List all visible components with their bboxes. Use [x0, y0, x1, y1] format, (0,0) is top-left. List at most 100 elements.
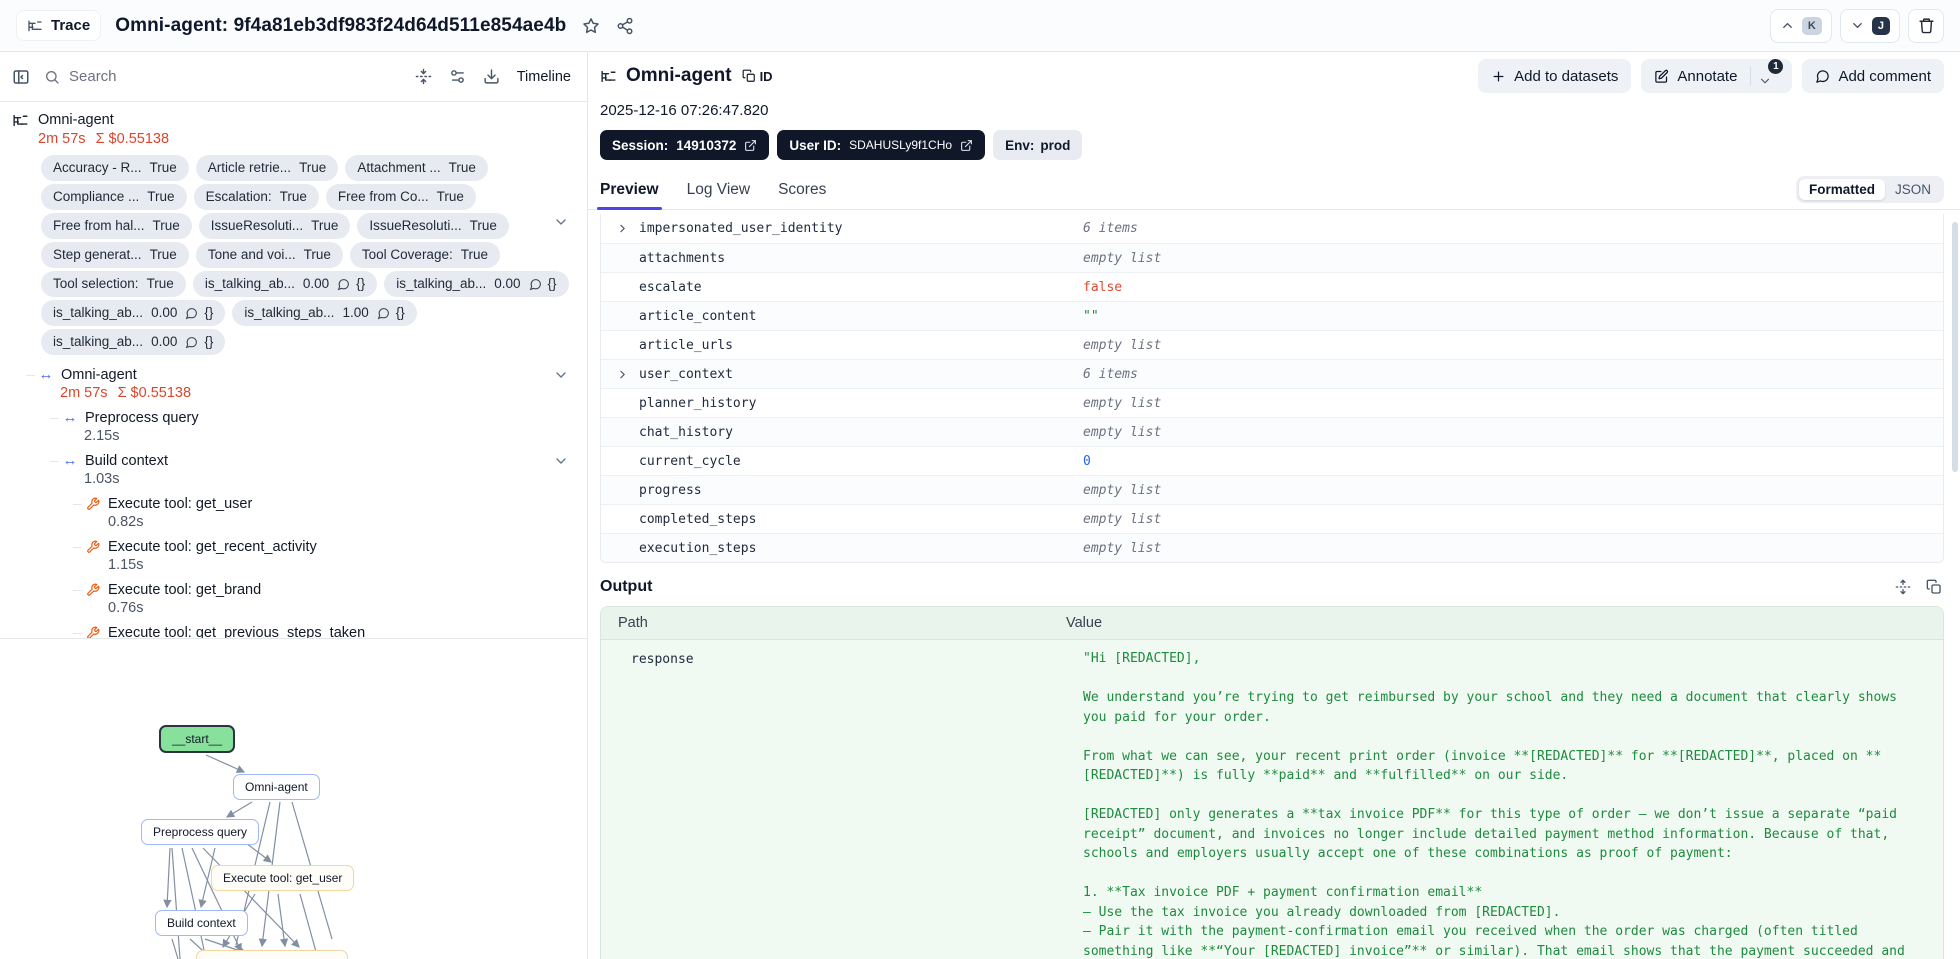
score-badge[interactable]: Compliance ... True [41, 184, 187, 210]
annotate-button[interactable]: Annotate [1641, 59, 1750, 93]
input-key: execution_steps [639, 540, 757, 556]
comment-icon [185, 336, 198, 349]
add-to-datasets-button[interactable]: Add to datasets [1478, 59, 1632, 93]
trace-timestamp: 2025-12-16 07:26:47.820 [600, 102, 769, 119]
score-badge[interactable]: is_talking_ab... 1.00{} [232, 300, 417, 326]
score-badge[interactable]: is_talking_ab... 0.00{} [41, 329, 226, 355]
score-badge[interactable]: IssueResoluti... True [357, 213, 509, 239]
trash-icon [1918, 17, 1935, 34]
score-badge[interactable]: is_talking_ab... 0.00{} [192, 271, 378, 297]
input-table-row[interactable]: user_context 6 items [601, 359, 1943, 388]
input-table-row: planner_history empty list [601, 388, 1943, 417]
graph-node-pre[interactable]: Preprocess query [141, 819, 260, 845]
trace-span-row[interactable]: Execute tool: get_recent_activity 1.15s [12, 537, 587, 575]
fold-vertical-icon[interactable] [415, 68, 432, 85]
score-badge[interactable]: Accuracy - R... True [41, 155, 189, 181]
copy-id-button[interactable]: ID [742, 69, 773, 84]
tab-log-view[interactable]: Log View [687, 170, 750, 209]
comment-icon [1815, 69, 1830, 84]
trace-span-row[interactable]: Execute tool: get_previous_steps_taken1.… [12, 623, 587, 638]
score-badge[interactable]: Free from hal... True [41, 213, 192, 239]
timeline-toggle[interactable]: Timeline [517, 69, 571, 85]
tab-scores[interactable]: Scores [778, 170, 826, 209]
delete-trace-button[interactable] [1908, 8, 1944, 43]
output-value: "Hi [REDACTED], We understand you’re try… [1083, 651, 1905, 959]
input-value: empty list [1083, 337, 1162, 353]
score-badge[interactable]: Step generat... True [41, 242, 189, 268]
span-list: ↔ Omni-agent 2m 57s Σ $0.55138 ↔ Preprocess q… [12, 365, 587, 638]
annotation-count-badge: 1 [1768, 58, 1784, 74]
input-value: empty list [1083, 482, 1162, 498]
trace-title: Omni-agent: 9f4a81eb3df983f24d64d511e854… [115, 14, 567, 36]
preview-pane: impersonated_user_identity 6 items attachm… [588, 210, 1960, 959]
input-table-row[interactable]: impersonated_user_identity 6 items [601, 214, 1943, 243]
tab-preview[interactable]: Preview [597, 170, 662, 210]
search-input[interactable]: Search [44, 68, 117, 85]
input-key: escalate [639, 279, 702, 295]
wrench-icon [85, 540, 101, 554]
add-comment-button[interactable]: Add comment [1802, 59, 1944, 93]
agent-graph[interactable]: __start__ Omni-agent Preprocess query Execu… [0, 639, 587, 959]
trace-span-row[interactable]: Execute tool: get_brand 0.76s [12, 580, 587, 618]
annotate-dropdown-button[interactable]: 1 [1751, 58, 1792, 88]
input-value: 6 items [1083, 221, 1138, 236]
list-tree-icon [12, 112, 29, 129]
share-icon[interactable] [616, 17, 634, 35]
score-badge[interactable]: Escalation: True [193, 184, 319, 210]
input-value: 6 items [1083, 366, 1138, 382]
input-key: article_content [639, 308, 757, 324]
graph-node-partial[interactable] [196, 950, 348, 959]
top-bar: Trace Omni-agent: 9f4a81eb3df983f24d64d5… [0, 0, 1960, 52]
score-badge[interactable]: Article retrie... True [195, 155, 339, 181]
search-placeholder: Search [69, 68, 117, 85]
graph-node-start[interactable]: __start__ [159, 725, 236, 753]
list-tree-icon [600, 68, 617, 85]
trace-label: Trace [51, 17, 91, 34]
unfold-vertical-icon[interactable] [1895, 579, 1911, 595]
tree-root-row[interactable]: Omni-agent [12, 110, 587, 130]
copy-icon [742, 69, 756, 83]
graph-node-build[interactable]: Build context [155, 910, 248, 936]
session-badge[interactable]: Session: 14910372 [600, 130, 770, 160]
scrollbar-thumb[interactable] [1952, 222, 1958, 472]
trace-span-row[interactable]: ↔ Build context 1.03s [12, 451, 587, 489]
score-badge[interactable]: is_talking_ab... 0.00{} [41, 300, 226, 326]
score-badge[interactable]: Tool Coverage: True [349, 242, 500, 268]
score-badge[interactable]: Attachment ... True [345, 155, 488, 181]
panel-left-icon[interactable] [12, 68, 30, 86]
score-badge[interactable]: IssueResoluti... True [198, 213, 351, 239]
user-id-badge[interactable]: User ID: SDAHUSLy9f1CHo [777, 130, 986, 160]
chevron-down-icon[interactable] [553, 367, 569, 383]
chevron-down-icon[interactable] [553, 453, 569, 469]
trace-span-row[interactable]: ↔ Preprocess query 2.15s [12, 408, 587, 446]
input-key: progress [639, 482, 702, 498]
output-path: response [631, 652, 694, 667]
trace-chip[interactable]: Trace [16, 10, 102, 41]
output-heading: Output [600, 578, 653, 595]
format-option-formatted[interactable]: Formatted [1798, 179, 1885, 200]
prev-trace-button[interactable]: K [1769, 8, 1832, 43]
next-trace-button[interactable]: J [1839, 8, 1900, 43]
arrows-left-right-icon: ↔ [62, 409, 78, 426]
settings-sliders-icon[interactable] [449, 68, 466, 85]
graph-node-user[interactable]: Execute tool: get_user [211, 865, 355, 891]
wrench-icon [85, 626, 101, 638]
output-col-value: Value [1066, 615, 1103, 631]
download-icon[interactable] [483, 68, 500, 85]
score-badge[interactable]: Tool selection: True [41, 271, 186, 297]
star-icon[interactable] [582, 17, 600, 35]
input-key: user_context [639, 366, 733, 382]
graph-node-omni[interactable]: Omni-agent [233, 774, 320, 800]
score-badge[interactable]: Free from Co... True [325, 184, 476, 210]
format-option-json[interactable]: JSON [1885, 179, 1941, 200]
trace-span-row[interactable]: Execute tool: get_user 0.82s [12, 494, 587, 532]
input-value: "" [1083, 308, 1099, 324]
chevron-right-icon[interactable] [601, 368, 639, 381]
trace-span-row[interactable]: ↔ Omni-agent 2m 57s Σ $0.55138 [12, 365, 587, 403]
score-badge[interactable]: is_talking_ab... 0.00{} [384, 271, 569, 297]
chevron-right-icon[interactable] [601, 222, 639, 235]
copy-icon[interactable] [1926, 579, 1942, 595]
score-badge[interactable]: Tone and voi... True [195, 242, 343, 268]
chevron-down-icon[interactable] [553, 214, 569, 230]
input-value: empty list [1083, 511, 1162, 527]
